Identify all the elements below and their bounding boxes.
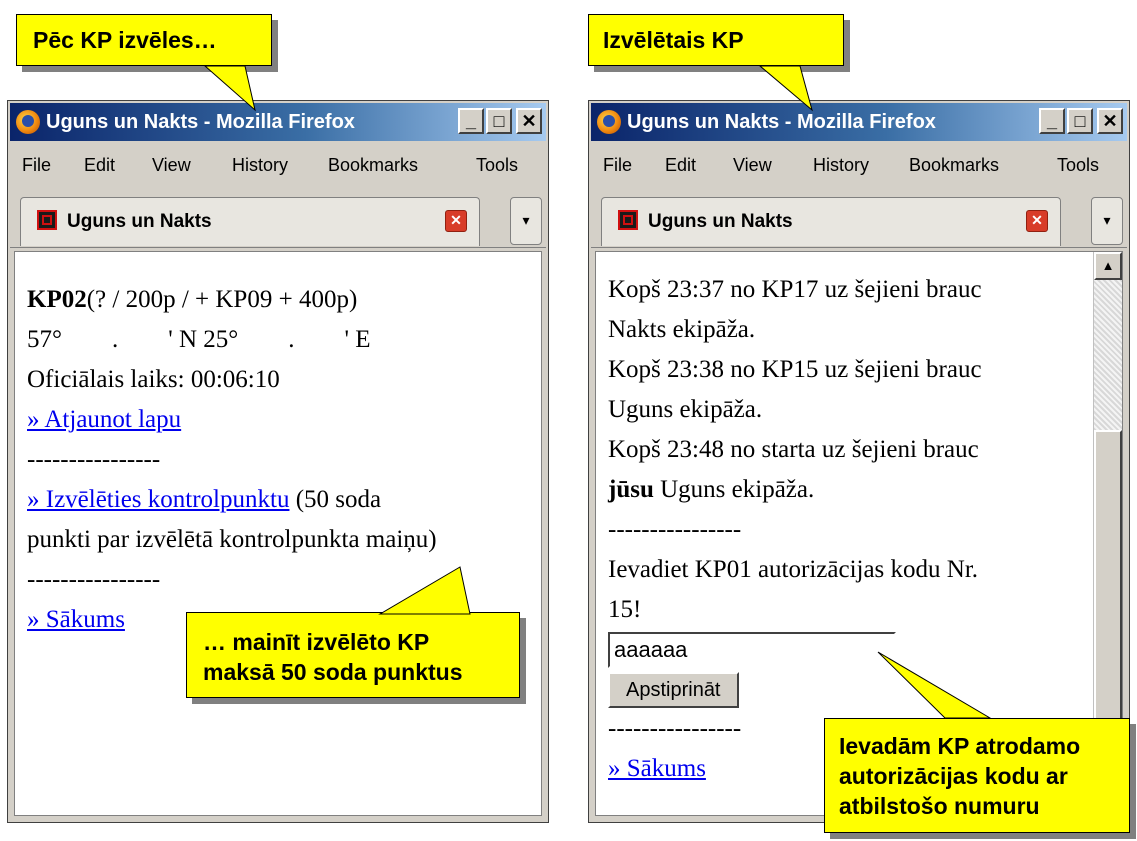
- your-crew-label: jūsu: [608, 476, 654, 503]
- menu-file[interactable]: File: [603, 155, 632, 176]
- menu-bookmarks[interactable]: Bookmarks: [328, 155, 418, 176]
- tab-strip: Uguns un Nakts ✕ ▾: [10, 191, 546, 248]
- minimize-button[interactable]: _: [458, 108, 484, 134]
- callout-line: … mainīt izvēlēto KP: [203, 629, 430, 655]
- separator: ----------------: [27, 566, 161, 593]
- kp-code: KP02: [27, 286, 87, 313]
- menu-view[interactable]: View: [733, 155, 772, 176]
- auth-code-input[interactable]: aaaaaa: [608, 632, 896, 668]
- title-bar[interactable]: Uguns un Nakts - Mozilla Firefox _ □ ✕: [10, 103, 546, 141]
- firefox-icon: [597, 110, 621, 134]
- status-line: Kopš 23:37 no KP17 uz šejieni brauc: [608, 276, 982, 303]
- title-bar[interactable]: Uguns un Nakts - Mozilla Firefox _ □ ✕: [591, 103, 1127, 141]
- tab-label: Uguns un Nakts: [648, 211, 793, 232]
- callout-bottom-left: … mainīt izvēlēto KP maksā 50 soda punkt…: [186, 612, 520, 698]
- minimize-button[interactable]: _: [1039, 108, 1065, 134]
- code-prompt-number: 15!: [608, 596, 642, 623]
- menu-tools[interactable]: Tools: [1057, 155, 1099, 176]
- menu-view[interactable]: View: [152, 155, 191, 176]
- status-line: Uguns ekipāža.: [653, 476, 815, 503]
- status-line: Kopš 23:48 no starta uz šejieni brauc: [608, 436, 979, 463]
- menu-tools[interactable]: Tools: [476, 155, 518, 176]
- choose-note-cont: punkti par izvēlētā kontrolpunkta maiņu): [27, 526, 437, 553]
- status-line: Nakts ekipāža.: [608, 316, 756, 343]
- separator: ----------------: [608, 252, 1086, 270]
- official-time: Oficiālais laiks: 00:06:10: [27, 366, 280, 393]
- window-title: Uguns un Nakts - Mozilla Firefox: [46, 111, 355, 133]
- menu-edit[interactable]: Edit: [84, 155, 115, 176]
- scroll-track[interactable]: [1094, 280, 1122, 430]
- tab-strip: Uguns un Nakts ✕ ▾: [591, 191, 1127, 248]
- menu-history[interactable]: History: [813, 155, 869, 176]
- close-window-button[interactable]: ✕: [1097, 108, 1123, 134]
- coordinates: 57° . ' N 25° . ' E: [27, 326, 371, 353]
- separator: ----------------: [27, 446, 161, 473]
- tab-close-icon[interactable]: ✕: [445, 210, 467, 232]
- tab-uguns-un-nakts[interactable]: Uguns un Nakts ✕: [601, 197, 1061, 246]
- callout-top-left: Pēc KP izvēles…: [16, 14, 272, 66]
- callout-line: autorizācijas kodu ar: [839, 763, 1068, 789]
- home-link[interactable]: » Sākums: [27, 606, 125, 633]
- separator: ----------------: [608, 516, 742, 543]
- callout-line: atbilstošo numuru: [839, 793, 1040, 819]
- scroll-up-arrow-icon[interactable]: ▲: [1094, 252, 1122, 280]
- status-line: Kopš 23:38 no KP15 uz šejieni brauc: [608, 356, 982, 383]
- callout-line: maksā 50 soda punktus: [203, 659, 463, 685]
- site-favicon: [618, 210, 638, 230]
- menu-bar: File Edit View History Bookmarks Tools: [10, 145, 546, 183]
- browser-window-left: Uguns un Nakts - Mozilla Firefox _ □ ✕ F…: [7, 100, 549, 823]
- refresh-link[interactable]: » Atjaunot lapu: [27, 406, 181, 433]
- tab-uguns-un-nakts[interactable]: Uguns un Nakts ✕: [20, 197, 480, 246]
- callout-line: Ievadām KP atrodamo: [839, 733, 1081, 759]
- callout-top-right: Izvēlētais KP: [588, 14, 844, 66]
- code-prompt: Ievadiet KP01 autorizācijas kodu Nr.: [608, 556, 979, 583]
- callout-bottom-right: Ievadām KP atrodamo autorizācijas kodu a…: [824, 718, 1130, 833]
- maximize-button[interactable]: □: [1067, 108, 1093, 134]
- tab-close-icon[interactable]: ✕: [1026, 210, 1048, 232]
- site-favicon: [37, 210, 57, 230]
- menu-bar: File Edit View History Bookmarks Tools: [591, 145, 1127, 183]
- status-line: Uguns ekipāža.: [608, 396, 763, 423]
- home-link[interactable]: » Sākums: [608, 755, 706, 782]
- choose-checkpoint-link[interactable]: » Izvēlēties kontrolpunktu: [27, 486, 289, 513]
- firefox-icon: [16, 110, 40, 134]
- browser-window-right: Uguns un Nakts - Mozilla Firefox _ □ ✕ F…: [588, 100, 1130, 823]
- menu-bookmarks[interactable]: Bookmarks: [909, 155, 999, 176]
- tab-list-button[interactable]: ▾: [510, 197, 542, 245]
- page-content: KP02(? / 200p / + KP09 + 400p) 57° . ' N…: [14, 251, 542, 816]
- menu-history[interactable]: History: [232, 155, 288, 176]
- choose-note: (50 soda: [289, 486, 382, 513]
- close-window-button[interactable]: ✕: [516, 108, 542, 134]
- window-title: Uguns un Nakts - Mozilla Firefox: [627, 111, 936, 133]
- maximize-button[interactable]: □: [486, 108, 512, 134]
- tab-list-button[interactable]: ▾: [1091, 197, 1123, 245]
- kp-detail: (? / 200p / + KP09 + 400p): [86, 286, 358, 313]
- tab-label: Uguns un Nakts: [67, 211, 212, 232]
- confirm-button[interactable]: Apstiprināt: [608, 672, 739, 708]
- menu-edit[interactable]: Edit: [665, 155, 696, 176]
- menu-file[interactable]: File: [22, 155, 51, 176]
